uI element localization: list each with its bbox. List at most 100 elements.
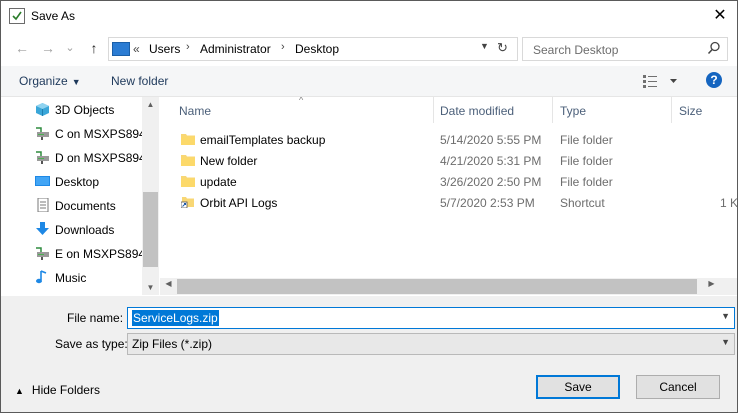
search-icon[interactable] (707, 41, 721, 55)
column-header-size[interactable]: Size (679, 104, 702, 118)
network-drive-icon (36, 151, 49, 164)
scrollbar-corner (720, 278, 737, 295)
nav-item-label: E on MSXPS8940 (55, 247, 142, 261)
save-button[interactable]: Save (536, 375, 620, 399)
save-as-type-select[interactable]: Zip Files (*.zip) ▼ (127, 333, 735, 355)
file-row[interactable]: emailTemplates backup 5/14/2020 5:55 PM … (160, 129, 737, 150)
file-type: Shortcut (560, 196, 605, 210)
file-date: 5/7/2020 2:53 PM (440, 196, 535, 210)
chevron-down-icon: ▼ (71, 77, 81, 87)
breadcrumb-separator[interactable]: › (186, 41, 190, 53)
cancel-button[interactable]: Cancel (636, 375, 720, 399)
file-list: ^ Name Date modified Type Size emailTemp… (160, 97, 737, 295)
search-box[interactable]: Search Desktop (522, 37, 728, 61)
column-header-name[interactable]: Name (179, 104, 211, 118)
hide-folders-toggle[interactable]: ▲ Hide Folders (15, 383, 100, 397)
scroll-right-arrow-icon[interactable]: ▶ (703, 279, 720, 288)
organize-menu[interactable]: Organize ▼ (19, 74, 81, 88)
breadcrumb-users[interactable]: Users (149, 42, 180, 56)
chevron-up-icon: ▲ (15, 386, 24, 396)
scroll-thumb[interactable] (177, 279, 697, 294)
file-type: File folder (560, 175, 613, 189)
file-name: update (200, 175, 237, 189)
close-icon[interactable]: ✕ (707, 5, 733, 27)
save-as-icon (9, 8, 25, 24)
file-list-horizontal-scrollbar[interactable]: ◀ ▶ (160, 278, 720, 295)
sort-ascending-icon: ^ (299, 97, 304, 105)
address-bar[interactable]: « Users › Administrator › Desktop ▼ ↻ (108, 37, 518, 61)
file-date: 3/26/2020 2:50 PM (440, 175, 542, 189)
nav-item-label: Documents (55, 199, 116, 213)
window-title: Save As (31, 9, 76, 23)
new-folder-button[interactable]: New folder (111, 74, 168, 88)
folder-icon (181, 134, 195, 145)
change-view-button[interactable] (643, 74, 679, 90)
search-placeholder[interactable]: Search Desktop (533, 43, 618, 57)
nav-item-music[interactable]: Music (1, 266, 142, 288)
scroll-up-arrow-icon[interactable]: ▲ (142, 100, 159, 109)
navigation-bar: ← → ⌄ ↑ « Users › Administrator › Deskto… (1, 35, 737, 63)
shortcut-icon (181, 197, 194, 208)
this-pc-icon (112, 42, 130, 56)
recent-locations-icon[interactable]: ⌄ (61, 39, 79, 57)
nav-item-e-drive[interactable]: E on MSXPS8940 (1, 242, 142, 264)
file-size: 1 K (720, 196, 737, 210)
scroll-down-arrow-icon[interactable]: ▼ (142, 283, 159, 292)
file-name-value[interactable]: ServiceLogs.zip (132, 310, 219, 326)
navigation-pane: 3D Objects C on MSXPS8940 D on MSXPS8940… (1, 97, 142, 295)
nav-item-c-drive[interactable]: C on MSXPS8940 (1, 122, 142, 144)
desktop-icon (35, 176, 50, 186)
navigation-pane-scrollbar[interactable]: ▲ ▼ (142, 97, 159, 295)
nav-item-downloads[interactable]: Downloads (1, 218, 142, 240)
column-header-date-modified[interactable]: Date modified (440, 104, 514, 118)
file-type: File folder (560, 154, 613, 168)
documents-icon (37, 198, 49, 212)
save-as-type-value: Zip Files (*.zip) (132, 337, 213, 351)
breadcrumb-desktop[interactable]: Desktop (295, 42, 339, 56)
organize-label: Organize (19, 74, 68, 88)
nav-item-3d-objects[interactable]: 3D Objects (1, 98, 142, 120)
file-row[interactable]: New folder 4/21/2020 5:31 PM File folder (160, 150, 737, 171)
column-headers: ^ Name Date modified Type Size (160, 97, 737, 123)
forward-arrow-icon[interactable]: → (39, 39, 57, 57)
up-arrow-icon[interactable]: ↑ (85, 39, 103, 57)
save-as-dialog: Save As ✕ ← → ⌄ ↑ « Users › Administrato… (0, 0, 738, 413)
nav-item-label: Desktop (55, 175, 100, 189)
breadcrumb-administrator[interactable]: Administrator (200, 42, 271, 56)
breadcrumb-overflow[interactable]: « (133, 42, 140, 56)
breadcrumb-separator[interactable]: › (281, 41, 285, 53)
column-divider[interactable] (552, 97, 553, 123)
command-bar: Organize ▼ New folder ? (1, 66, 737, 97)
scroll-thumb[interactable] (143, 192, 158, 267)
folder-icon (181, 176, 195, 187)
back-arrow-icon[interactable]: ← (13, 39, 31, 57)
scroll-left-arrow-icon[interactable]: ◀ (160, 279, 177, 288)
view-list-icon (643, 75, 677, 88)
file-row[interactable]: update 3/26/2020 2:50 PM File folder (160, 171, 737, 192)
nav-item-label: Downloads (55, 223, 115, 237)
nav-item-label: D on MSXPS8940 (55, 151, 142, 165)
file-name-label: File name: (67, 311, 124, 325)
column-header-type[interactable]: Type (560, 104, 586, 118)
refresh-icon[interactable]: ↻ (497, 40, 508, 56)
nav-item-d-drive[interactable]: D on MSXPS8940 (1, 146, 142, 168)
file-name: Orbit API Logs (200, 196, 278, 210)
nav-item-documents[interactable]: Documents (1, 194, 142, 216)
network-drive-icon (36, 127, 49, 140)
column-divider[interactable] (433, 97, 434, 123)
nav-item-desktop[interactable]: Desktop (1, 170, 142, 192)
music-icon (36, 270, 47, 284)
folder-icon (181, 155, 195, 166)
chevron-down-icon[interactable]: ▼ (480, 41, 489, 51)
help-icon[interactable]: ? (706, 72, 722, 88)
network-drive-icon (36, 247, 49, 260)
download-icon (36, 222, 49, 235)
column-divider[interactable] (671, 97, 672, 123)
file-name-input[interactable]: ServiceLogs.zip ▼ (127, 307, 735, 329)
file-row[interactable]: Orbit API Logs 5/7/2020 2:53 PM Shortcut… (160, 192, 737, 213)
file-type: File folder (560, 133, 613, 147)
nav-item-label: 3D Objects (55, 103, 115, 117)
nav-item-label: Music (55, 271, 87, 285)
chevron-down-icon[interactable]: ▼ (721, 311, 730, 321)
chevron-down-icon: ▼ (721, 337, 730, 347)
